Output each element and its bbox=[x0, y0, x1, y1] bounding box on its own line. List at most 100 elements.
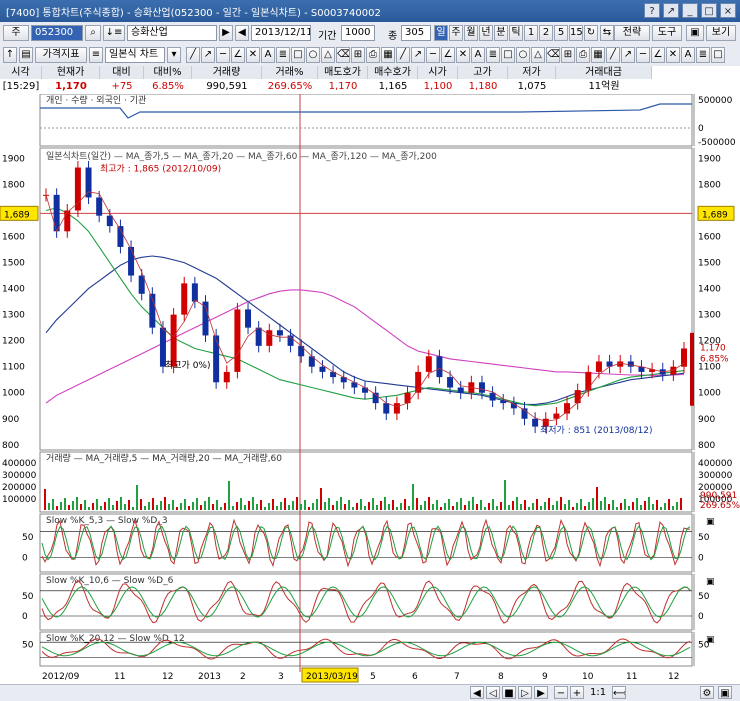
search-icon[interactable]: ⌕ bbox=[85, 25, 101, 41]
code-input[interactable]: 052300 bbox=[31, 25, 83, 41]
candle-body bbox=[595, 361, 602, 372]
window-icon[interactable]: ▣ bbox=[686, 25, 704, 41]
print-icon[interactable]: ⎙ bbox=[366, 47, 380, 63]
expand-icon[interactable]: ▣ bbox=[718, 686, 732, 699]
volume-bar bbox=[432, 504, 434, 510]
rect-tool-icon[interactable]: □ bbox=[501, 47, 515, 63]
stock-name-field[interactable]: 승화산업 bbox=[127, 25, 217, 41]
volume-bar bbox=[292, 501, 294, 510]
minimize-button[interactable]: _ bbox=[682, 3, 698, 18]
period-input[interactable]: 1000 bbox=[341, 25, 375, 41]
candle-body bbox=[478, 382, 485, 393]
help-button[interactable]: ? bbox=[644, 3, 660, 18]
zoom-out-icon[interactable]: − bbox=[554, 686, 568, 699]
layout-icon[interactable]: ▤ bbox=[19, 47, 33, 63]
chart-area[interactable]: 개인 · 수량 · 외국인 · 기관 500000 0 -500000 800 800 90… bbox=[0, 93, 740, 684]
overlay-icon[interactable]: ≡ bbox=[89, 47, 103, 63]
fib-tool-icon[interactable]: ≣ bbox=[696, 47, 710, 63]
text-tool-icon[interactable]: A bbox=[471, 47, 485, 63]
period-button-6[interactable]: 1 bbox=[524, 25, 538, 41]
period-button-5[interactable]: 틱 bbox=[509, 25, 523, 41]
hline-tool-icon[interactable]: ─ bbox=[426, 47, 440, 63]
lock-tool-icon[interactable]: ⊞ bbox=[351, 47, 365, 63]
zoom-in-icon[interactable]: + bbox=[570, 686, 584, 699]
volume-bar bbox=[664, 503, 666, 510]
fib-tool-icon[interactable]: ≣ bbox=[486, 47, 500, 63]
period-button-8[interactable]: 5 bbox=[554, 25, 568, 41]
cursor-icon[interactable]: ↑ bbox=[3, 47, 17, 63]
volume-bar bbox=[648, 497, 650, 510]
volume-bar bbox=[608, 504, 610, 510]
close-button[interactable]: × bbox=[720, 3, 736, 18]
line-tool-icon[interactable]: ╱ bbox=[186, 47, 200, 63]
play-button[interactable]: ▶ bbox=[219, 25, 233, 41]
compare-icon[interactable]: ⇆ bbox=[600, 25, 614, 41]
text-tool-icon[interactable]: A bbox=[681, 47, 695, 63]
scroll-last-icon[interactable]: ▶ bbox=[534, 686, 548, 699]
settings-icon[interactable]: ⚙ bbox=[700, 686, 714, 699]
arrow-tool-icon[interactable]: ↗ bbox=[621, 47, 635, 63]
stoch2-axis-label: 0 bbox=[698, 612, 704, 622]
period-button-3[interactable]: 년 bbox=[479, 25, 493, 41]
rect-tool-icon[interactable]: □ bbox=[711, 47, 725, 63]
fit-icon[interactable]: ⟷ bbox=[612, 686, 626, 699]
chart-svg[interactable]: 개인 · 수량 · 외국인 · 기관 5000000-50000080080090… bbox=[0, 93, 740, 684]
line-tool-icon[interactable]: ╱ bbox=[396, 47, 410, 63]
triangle-tool-icon[interactable]: △ bbox=[321, 47, 335, 63]
cross-tool-icon[interactable]: ✕ bbox=[666, 47, 680, 63]
print-icon[interactable]: ⎙ bbox=[576, 47, 590, 63]
scroll-prev-icon[interactable]: ◁ bbox=[486, 686, 500, 699]
chart-type-select[interactable]: 일본식 차트 bbox=[105, 47, 165, 63]
period-button-9[interactable]: 15 bbox=[569, 25, 583, 41]
save-icon[interactable]: ▦ bbox=[381, 47, 395, 63]
scroll-next-icon[interactable]: ▷ bbox=[518, 686, 532, 699]
eraser-tool-icon[interactable]: ⌫ bbox=[336, 47, 350, 63]
volume-bar bbox=[132, 507, 134, 510]
fib-tool-icon[interactable]: ≣ bbox=[276, 47, 290, 63]
angle-tool-icon[interactable]: ∠ bbox=[231, 47, 245, 63]
period-button-2[interactable]: 월 bbox=[464, 25, 478, 41]
date-input[interactable]: 2013/12/11 bbox=[251, 25, 311, 41]
link-button[interactable]: ↗ bbox=[663, 3, 679, 18]
rect-tool-icon[interactable]: □ bbox=[291, 47, 305, 63]
strategy-button[interactable]: 전략 bbox=[614, 25, 650, 41]
period-button-0[interactable]: 일 bbox=[434, 25, 448, 41]
view-button[interactable]: 보기 bbox=[706, 25, 736, 41]
save-icon[interactable]: ▦ bbox=[591, 47, 605, 63]
prev-button[interactable]: ◀ bbox=[235, 25, 249, 41]
arrow-tool-icon[interactable]: ↗ bbox=[201, 47, 215, 63]
stop-icon[interactable]: ■ bbox=[502, 686, 516, 699]
cross-tool-icon[interactable]: ✕ bbox=[246, 47, 260, 63]
repeat-icon[interactable]: ↻ bbox=[584, 25, 598, 41]
indicator-button[interactable]: 가격지표 bbox=[35, 47, 87, 63]
volume-bar bbox=[592, 498, 594, 510]
scroll-first-icon[interactable]: ◀ bbox=[470, 686, 484, 699]
count-input[interactable]: 305 bbox=[401, 25, 431, 41]
maximize-button[interactable]: □ bbox=[701, 3, 717, 18]
price-legend: 일본식차트(일간) — MA_종가,5 — MA_종가,20 — MA_종가,6… bbox=[46, 150, 437, 162]
tools-button[interactable]: 도구 bbox=[652, 25, 682, 41]
eraser-tool-icon[interactable]: ⌫ bbox=[546, 47, 560, 63]
line-tool-icon[interactable]: ╱ bbox=[606, 47, 620, 63]
quote-header-5: 거래% bbox=[262, 66, 318, 79]
instrument-type-select[interactable]: 주 bbox=[3, 25, 29, 41]
angle-tool-icon[interactable]: ∠ bbox=[441, 47, 455, 63]
cross-tool-icon[interactable]: ✕ bbox=[456, 47, 470, 63]
volume-bar bbox=[572, 507, 574, 510]
volume-axis-label-left: 100000 bbox=[2, 495, 37, 505]
arrow-tool-icon[interactable]: ↗ bbox=[411, 47, 425, 63]
circle-tool-icon[interactable]: ○ bbox=[516, 47, 530, 63]
period-button-7[interactable]: 2 bbox=[539, 25, 553, 41]
sort-button[interactable]: ↓≡ bbox=[103, 25, 125, 41]
period-button-1[interactable]: 주 bbox=[449, 25, 463, 41]
angle-tool-icon[interactable]: ∠ bbox=[651, 47, 665, 63]
circle-tool-icon[interactable]: ○ bbox=[306, 47, 320, 63]
candle-body bbox=[319, 366, 326, 372]
period-button-4[interactable]: 분 bbox=[494, 25, 508, 41]
hline-tool-icon[interactable]: ─ bbox=[636, 47, 650, 63]
dropdown-icon[interactable]: ▾ bbox=[167, 47, 181, 63]
hline-tool-icon[interactable]: ─ bbox=[216, 47, 230, 63]
lock-tool-icon[interactable]: ⊞ bbox=[561, 47, 575, 63]
triangle-tool-icon[interactable]: △ bbox=[531, 47, 545, 63]
text-tool-icon[interactable]: A bbox=[261, 47, 275, 63]
